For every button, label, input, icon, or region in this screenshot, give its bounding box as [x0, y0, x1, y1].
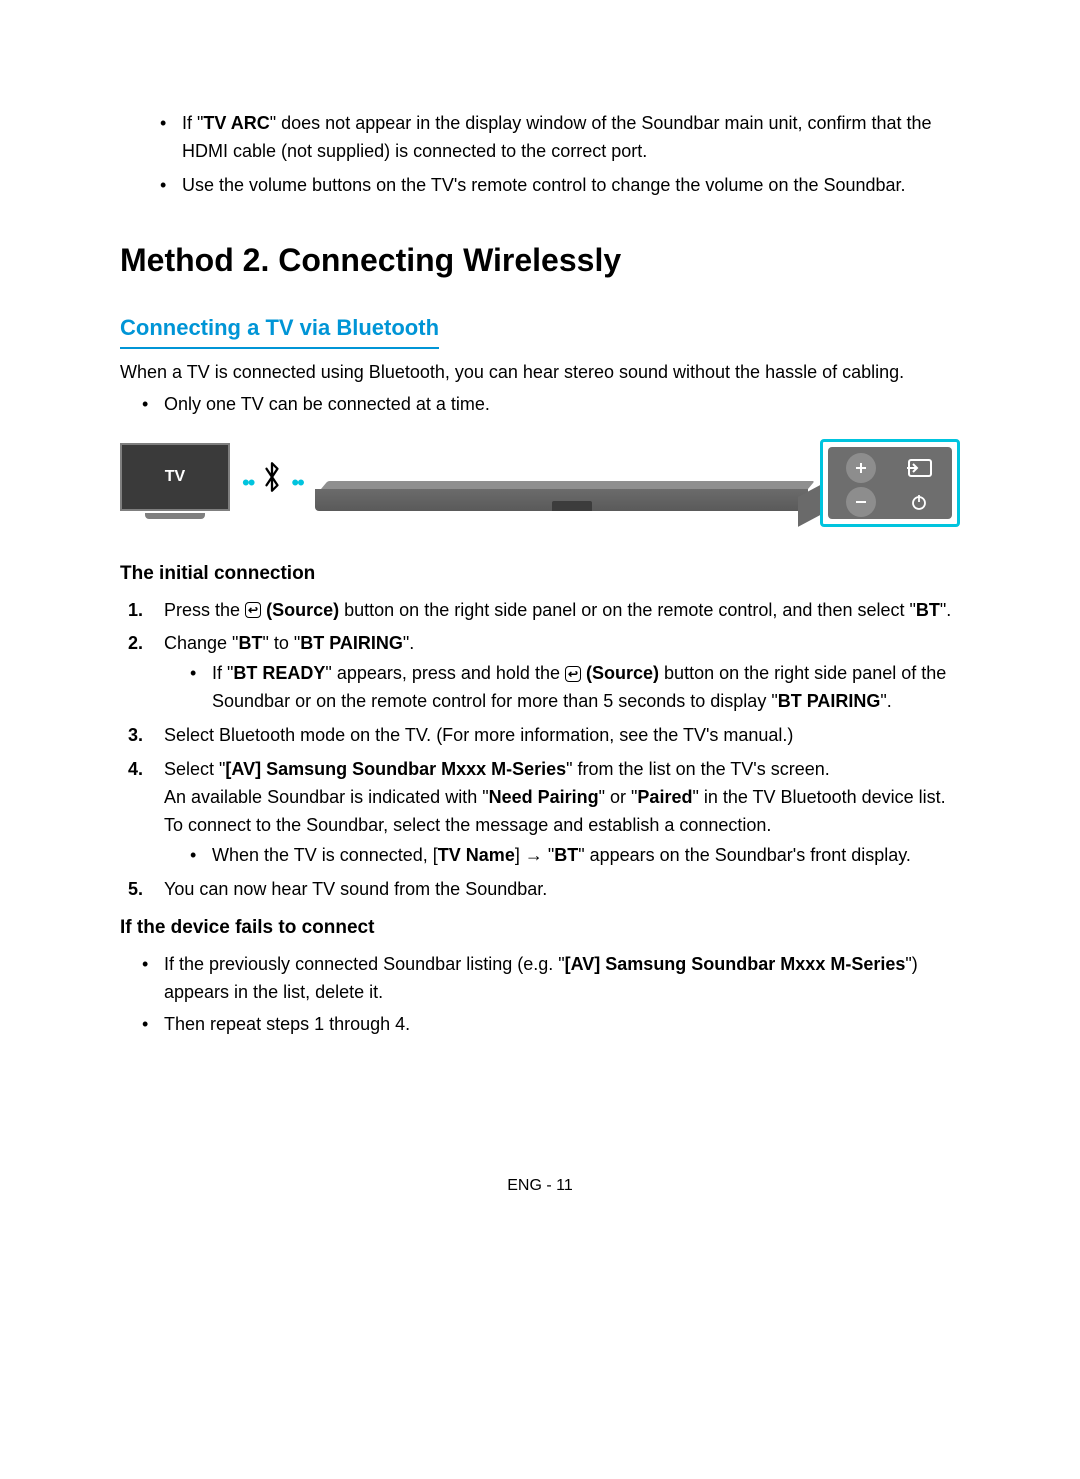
text: Press the [164, 600, 245, 620]
text: ". [403, 633, 414, 653]
text: If " [212, 663, 233, 683]
text: ] → " [515, 845, 554, 865]
text: " or " [599, 787, 638, 807]
text: Select " [164, 759, 225, 779]
top-bullet-list: If "TV ARC" does not appear in the displ… [120, 110, 960, 200]
top-bullet-1: If "TV ARC" does not appear in the displ… [160, 110, 960, 166]
source-label: (Source) [581, 663, 659, 683]
source-icon [892, 453, 946, 483]
soundbar-icon [315, 481, 808, 521]
step-3: Select Bluetooth mode on the TV. (For mo… [120, 722, 960, 750]
page-footer: ENG - 11 [0, 1174, 1080, 1199]
fail-bullet-1: If the previously connected Soundbar lis… [142, 951, 960, 1007]
bt-ready-label: BT READY [233, 663, 325, 683]
bt-label: BT [238, 633, 262, 653]
source-label: (Source) [261, 600, 339, 620]
side-panel-callout [820, 439, 960, 527]
text: An available Soundbar is indicated with … [164, 787, 489, 807]
signal-dots-right: •• [291, 466, 302, 500]
text: If " [182, 113, 203, 133]
step-4: Select "[AV] Samsung Soundbar Mxxx M-Ser… [120, 756, 960, 870]
text: Change " [164, 633, 238, 653]
bt-pairing-label: BT PAIRING [778, 691, 881, 711]
source-button-icon [245, 602, 261, 618]
signal-dots-left: •• [242, 466, 253, 500]
step-2-sub-bullet: If "BT READY" appears, press and hold th… [190, 660, 960, 716]
step-5: You can now hear TV sound from the Sound… [120, 876, 960, 904]
text: button on the right side panel or on the… [339, 600, 916, 620]
fail-list: If the previously connected Soundbar lis… [120, 951, 960, 1039]
volume-down-icon [846, 487, 876, 517]
power-icon [892, 487, 946, 517]
tv-screen: TV [120, 443, 230, 511]
side-panel [828, 447, 952, 519]
steps-list: Press the (Source) button on the right s… [120, 597, 960, 904]
sub-heading: Connecting a TV via Bluetooth [120, 311, 439, 349]
step-2: Change "BT" to "BT PAIRING". If "BT READ… [120, 630, 960, 716]
method-heading: Method 2. Connecting Wirelessly [120, 236, 960, 286]
fail-bullet-2: Then repeat steps 1 through 4. [142, 1011, 960, 1039]
text: If the previously connected Soundbar lis… [164, 954, 565, 974]
text: " from the list on the TV's screen. [566, 759, 830, 779]
tv-icon: TV [120, 443, 230, 523]
text: " appears, press and hold the [325, 663, 565, 683]
text: " to " [262, 633, 300, 653]
intro-bullet: Only one TV can be connected at a time. [142, 391, 960, 419]
step-2-sub: If "BT READY" appears, press and hold th… [164, 660, 960, 716]
tv-arc-label: TV ARC [203, 113, 269, 133]
text: ". [940, 600, 951, 620]
intro-bullet-list: Only one TV can be connected at a time. [120, 391, 960, 419]
step-4-sub: When the TV is connected, [TV Name] → "B… [164, 842, 960, 870]
connection-diagram: TV •• •• [120, 437, 960, 529]
bt-label: BT [916, 600, 940, 620]
tv-stand [145, 513, 205, 519]
device-name-label: [AV] Samsung Soundbar Mxxx M-Series [225, 759, 566, 779]
top-bullet-2: Use the volume buttons on the TV's remot… [160, 172, 960, 200]
source-button-icon [565, 666, 581, 682]
paired-label: Paired [637, 787, 692, 807]
bt-pairing-label: BT PAIRING [300, 633, 403, 653]
tv-name-label: TV Name [438, 845, 515, 865]
step-1: Press the (Source) button on the right s… [120, 597, 960, 625]
bluetooth-icon [261, 457, 283, 510]
intro-text: When a TV is connected using Bluetooth, … [120, 359, 960, 387]
text: When the TV is connected, [ [212, 845, 438, 865]
need-pairing-label: Need Pairing [489, 787, 599, 807]
fail-heading: If the device fails to connect [120, 913, 960, 942]
text: " does not appear in the display window … [182, 113, 932, 161]
bt-label: BT [554, 845, 578, 865]
text: ". [880, 691, 891, 711]
text: " appears on the Soundbar's front displa… [578, 845, 911, 865]
step-4-sub-bullet: When the TV is connected, [TV Name] → "B… [190, 842, 960, 870]
initial-connection-heading: The initial connection [120, 559, 960, 588]
volume-up-icon [846, 453, 876, 483]
device-name-label: [AV] Samsung Soundbar Mxxx M-Series [565, 954, 906, 974]
